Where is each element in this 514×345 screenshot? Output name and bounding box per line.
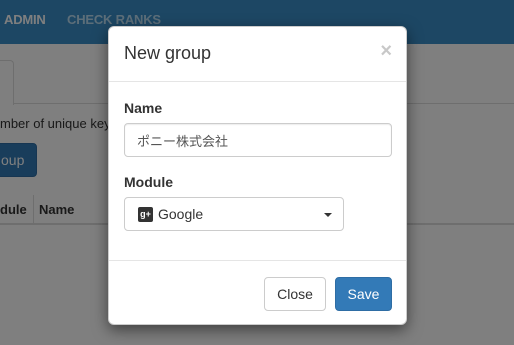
new-group-dialog: New group × Name Module g+ Google Close … bbox=[108, 26, 407, 325]
modal-title: New group bbox=[124, 43, 212, 63]
google-plus-icon: g+ bbox=[138, 207, 153, 222]
module-label: Module bbox=[124, 174, 173, 190]
modal-header: New group × bbox=[109, 27, 406, 82]
save-button[interactable]: Save bbox=[335, 277, 392, 311]
chevron-down-icon bbox=[324, 213, 332, 217]
close-icon[interactable]: × bbox=[380, 41, 392, 61]
close-button[interactable]: Close bbox=[264, 277, 326, 311]
modal-footer: Close Save bbox=[109, 260, 406, 324]
name-input[interactable] bbox=[124, 123, 392, 157]
module-selected-value: Google bbox=[158, 206, 204, 222]
module-select[interactable]: g+ Google bbox=[124, 197, 344, 231]
name-label: Name bbox=[124, 100, 163, 116]
